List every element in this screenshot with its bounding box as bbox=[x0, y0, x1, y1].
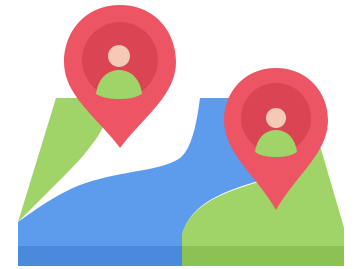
left-pin-avatar-head bbox=[108, 45, 130, 67]
map-pins-svg bbox=[18, 5, 344, 266]
right-pin-avatar-head bbox=[266, 108, 286, 128]
map-pins-illustration bbox=[0, 0, 360, 269]
map-land-edge bbox=[182, 246, 344, 266]
map-water-edge bbox=[18, 246, 182, 266]
